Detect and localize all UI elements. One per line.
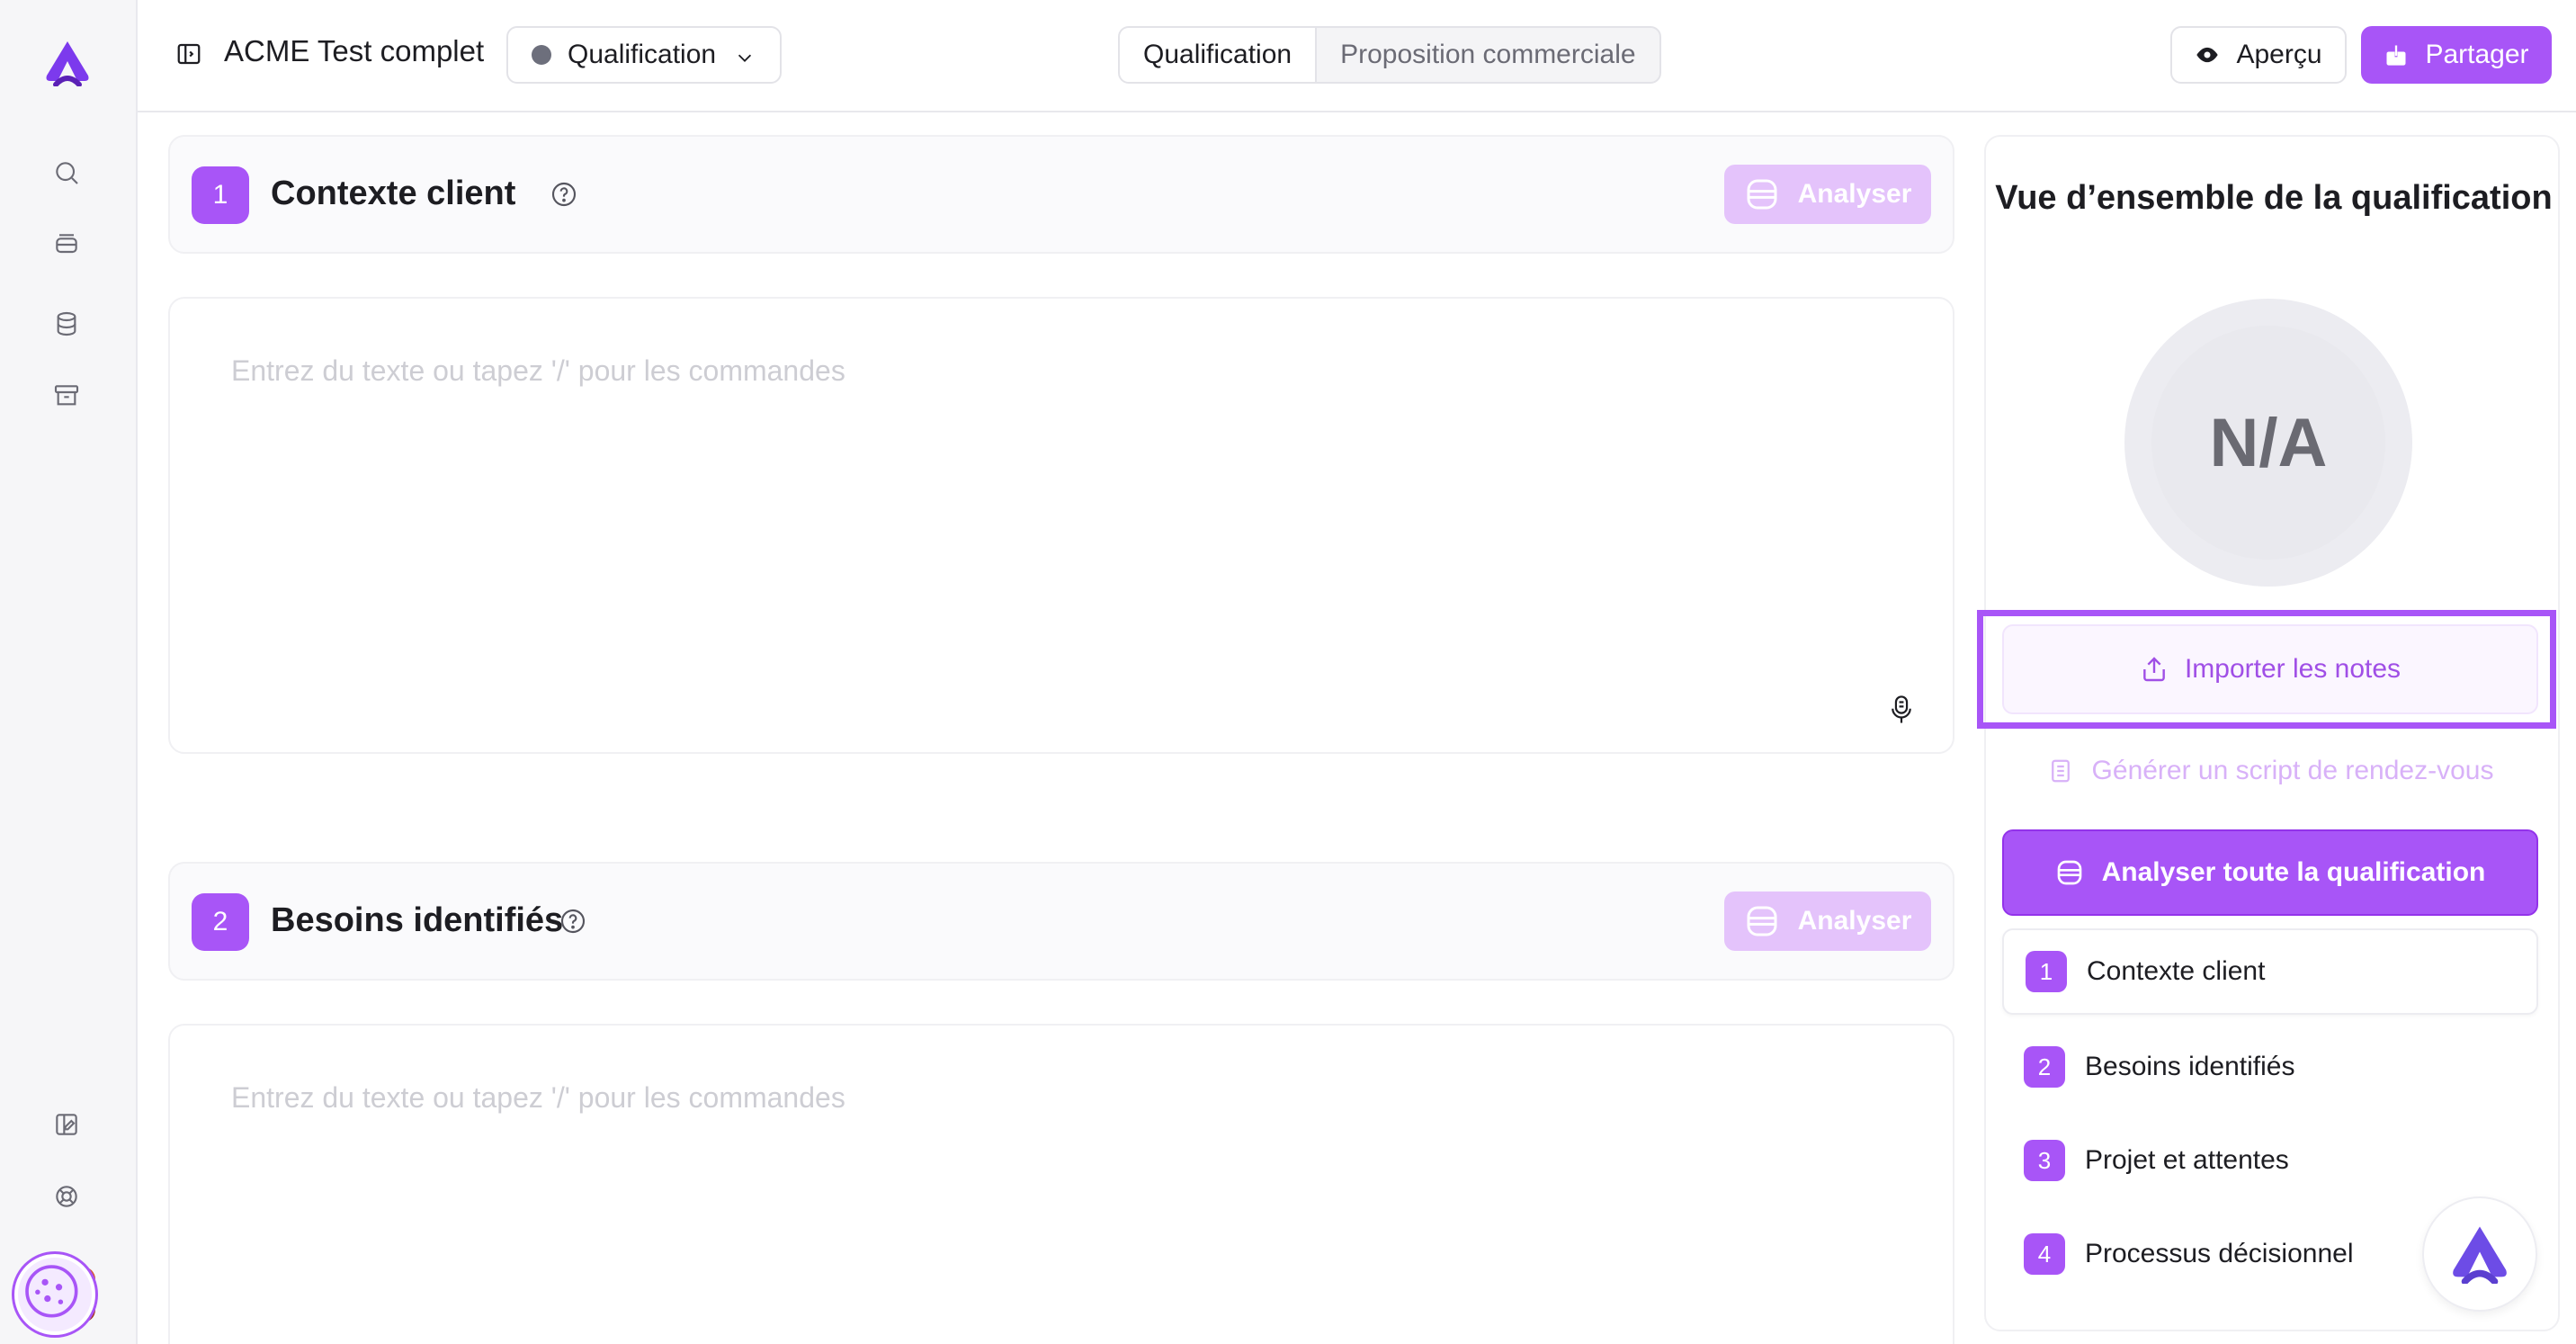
tab-proposition-commerciale[interactable]: Proposition commerciale [1317, 28, 1659, 82]
archive-icon[interactable] [50, 380, 83, 412]
microphone-icon[interactable] [1888, 694, 1915, 725]
sidebar-toggle-icon[interactable] [175, 40, 202, 67]
analyze-button-label: Analyser [1797, 906, 1912, 936]
section-header-besoins-identifies: 2 Besoins identifiés Analyser [168, 862, 1954, 981]
toc-item-besoins-identifies[interactable]: 2 Besoins identifiés [2002, 1024, 2538, 1110]
cookie-settings-icon[interactable] [14, 1254, 95, 1335]
section-number-badge: 2 [192, 893, 249, 951]
left-rail [0, 0, 138, 1344]
toc-item-projet-et-attentes[interactable]: 3 Projet et attentes [2002, 1117, 2538, 1204]
tab-qualification[interactable]: Qualification [1120, 28, 1318, 82]
stage-dropdown-label: Qualification [568, 40, 717, 69]
qualification-overview-panel: Vue d’ensemble de la qualification N/A I… [1977, 135, 2560, 1331]
share-upload-icon [2386, 42, 2406, 66]
help-circle-icon[interactable] [550, 180, 578, 209]
edit-settings-icon[interactable] [50, 1108, 83, 1141]
panel-title: Vue d’ensemble de la qualification [1995, 179, 2553, 217]
toc-item-label: Besoins identifiés [2085, 1052, 2295, 1081]
section-title: Contexte client [271, 175, 516, 212]
top-header: ACME Test complet Qualification Qualific… [138, 0, 2576, 112]
import-notes-button[interactable]: Importer les notes [2002, 624, 2538, 714]
qualification-score-value: N/A [2151, 326, 2385, 560]
share-button-label: Partager [2425, 40, 2529, 69]
analyze-all-button[interactable]: Analyser toute la qualification [2002, 829, 2538, 916]
generate-script-label: Générer un script de rendez-vous [2091, 756, 2494, 785]
analyze-section-button[interactable]: Analyser [1724, 892, 1931, 951]
toc-item-label: Contexte client [2087, 956, 2266, 986]
database-icon[interactable] [50, 308, 83, 340]
analyze-button-label: Analyser [1797, 179, 1912, 209]
qualification-score-gauge: N/A [2124, 299, 2412, 587]
toc-item-contexte-client[interactable]: 1 Contexte client [2002, 928, 2538, 1015]
assistant-chat-button[interactable] [2422, 1196, 2537, 1312]
document-title: ACME Test complet [224, 34, 485, 67]
ai-robot-icon [1747, 179, 1777, 210]
toc-item-label: Projet et attentes [2085, 1145, 2289, 1175]
preview-button-label: Aperçu [2236, 40, 2322, 69]
import-notes-label: Importer les notes [2184, 654, 2402, 684]
share-button[interactable]: Partager [2361, 26, 2552, 84]
stage-dropdown[interactable]: Qualification [506, 26, 782, 84]
toc-number-badge: 2 [2024, 1046, 2065, 1088]
toc-number-badge: 1 [2026, 951, 2067, 992]
editor-placeholder: Entrez du texte ou tapez '/' pour les co… [231, 354, 845, 387]
layers-icon[interactable] [50, 228, 83, 261]
assistant-logo-icon [2453, 1226, 2507, 1284]
search-icon[interactable] [50, 157, 83, 189]
upload-icon [2143, 657, 2165, 682]
toc-item-label: Processus décisionnel [2085, 1239, 2354, 1268]
stage-status-dot [532, 45, 551, 65]
app-logo-icon[interactable] [40, 40, 95, 86]
document-list-icon [2051, 759, 2070, 783]
ai-robot-icon [1747, 906, 1777, 936]
analyze-section-button[interactable]: Analyser [1724, 165, 1931, 224]
section-number-badge: 1 [192, 166, 249, 224]
toc-number-badge: 4 [2024, 1233, 2065, 1275]
help-lifebuoy-icon[interactable] [50, 1180, 83, 1213]
generate-script-button[interactable]: Générer un script de rendez-vous [2002, 732, 2538, 810]
editor-besoins-identifies[interactable]: Entrez du texte ou tapez '/' pour les co… [168, 1024, 1954, 1344]
editor-placeholder: Entrez du texte ou tapez '/' pour les co… [231, 1081, 845, 1114]
editor-contexte-client[interactable]: Entrez du texte ou tapez '/' pour les co… [168, 297, 1954, 754]
analyze-all-label: Analyser toute la qualification [2101, 857, 2486, 887]
ai-robot-icon [2057, 860, 2081, 885]
section-header-contexte-client: 1 Contexte client Analyser [168, 135, 1954, 254]
eye-icon [2196, 47, 2219, 63]
chevron-down-icon [738, 54, 752, 62]
help-circle-icon[interactable] [559, 907, 587, 936]
section-title: Besoins identifiés [271, 901, 564, 939]
preview-button[interactable]: Aperçu [2170, 26, 2347, 84]
document-tabs: Qualification Proposition commerciale [1118, 26, 1661, 84]
toc-number-badge: 3 [2024, 1140, 2065, 1181]
